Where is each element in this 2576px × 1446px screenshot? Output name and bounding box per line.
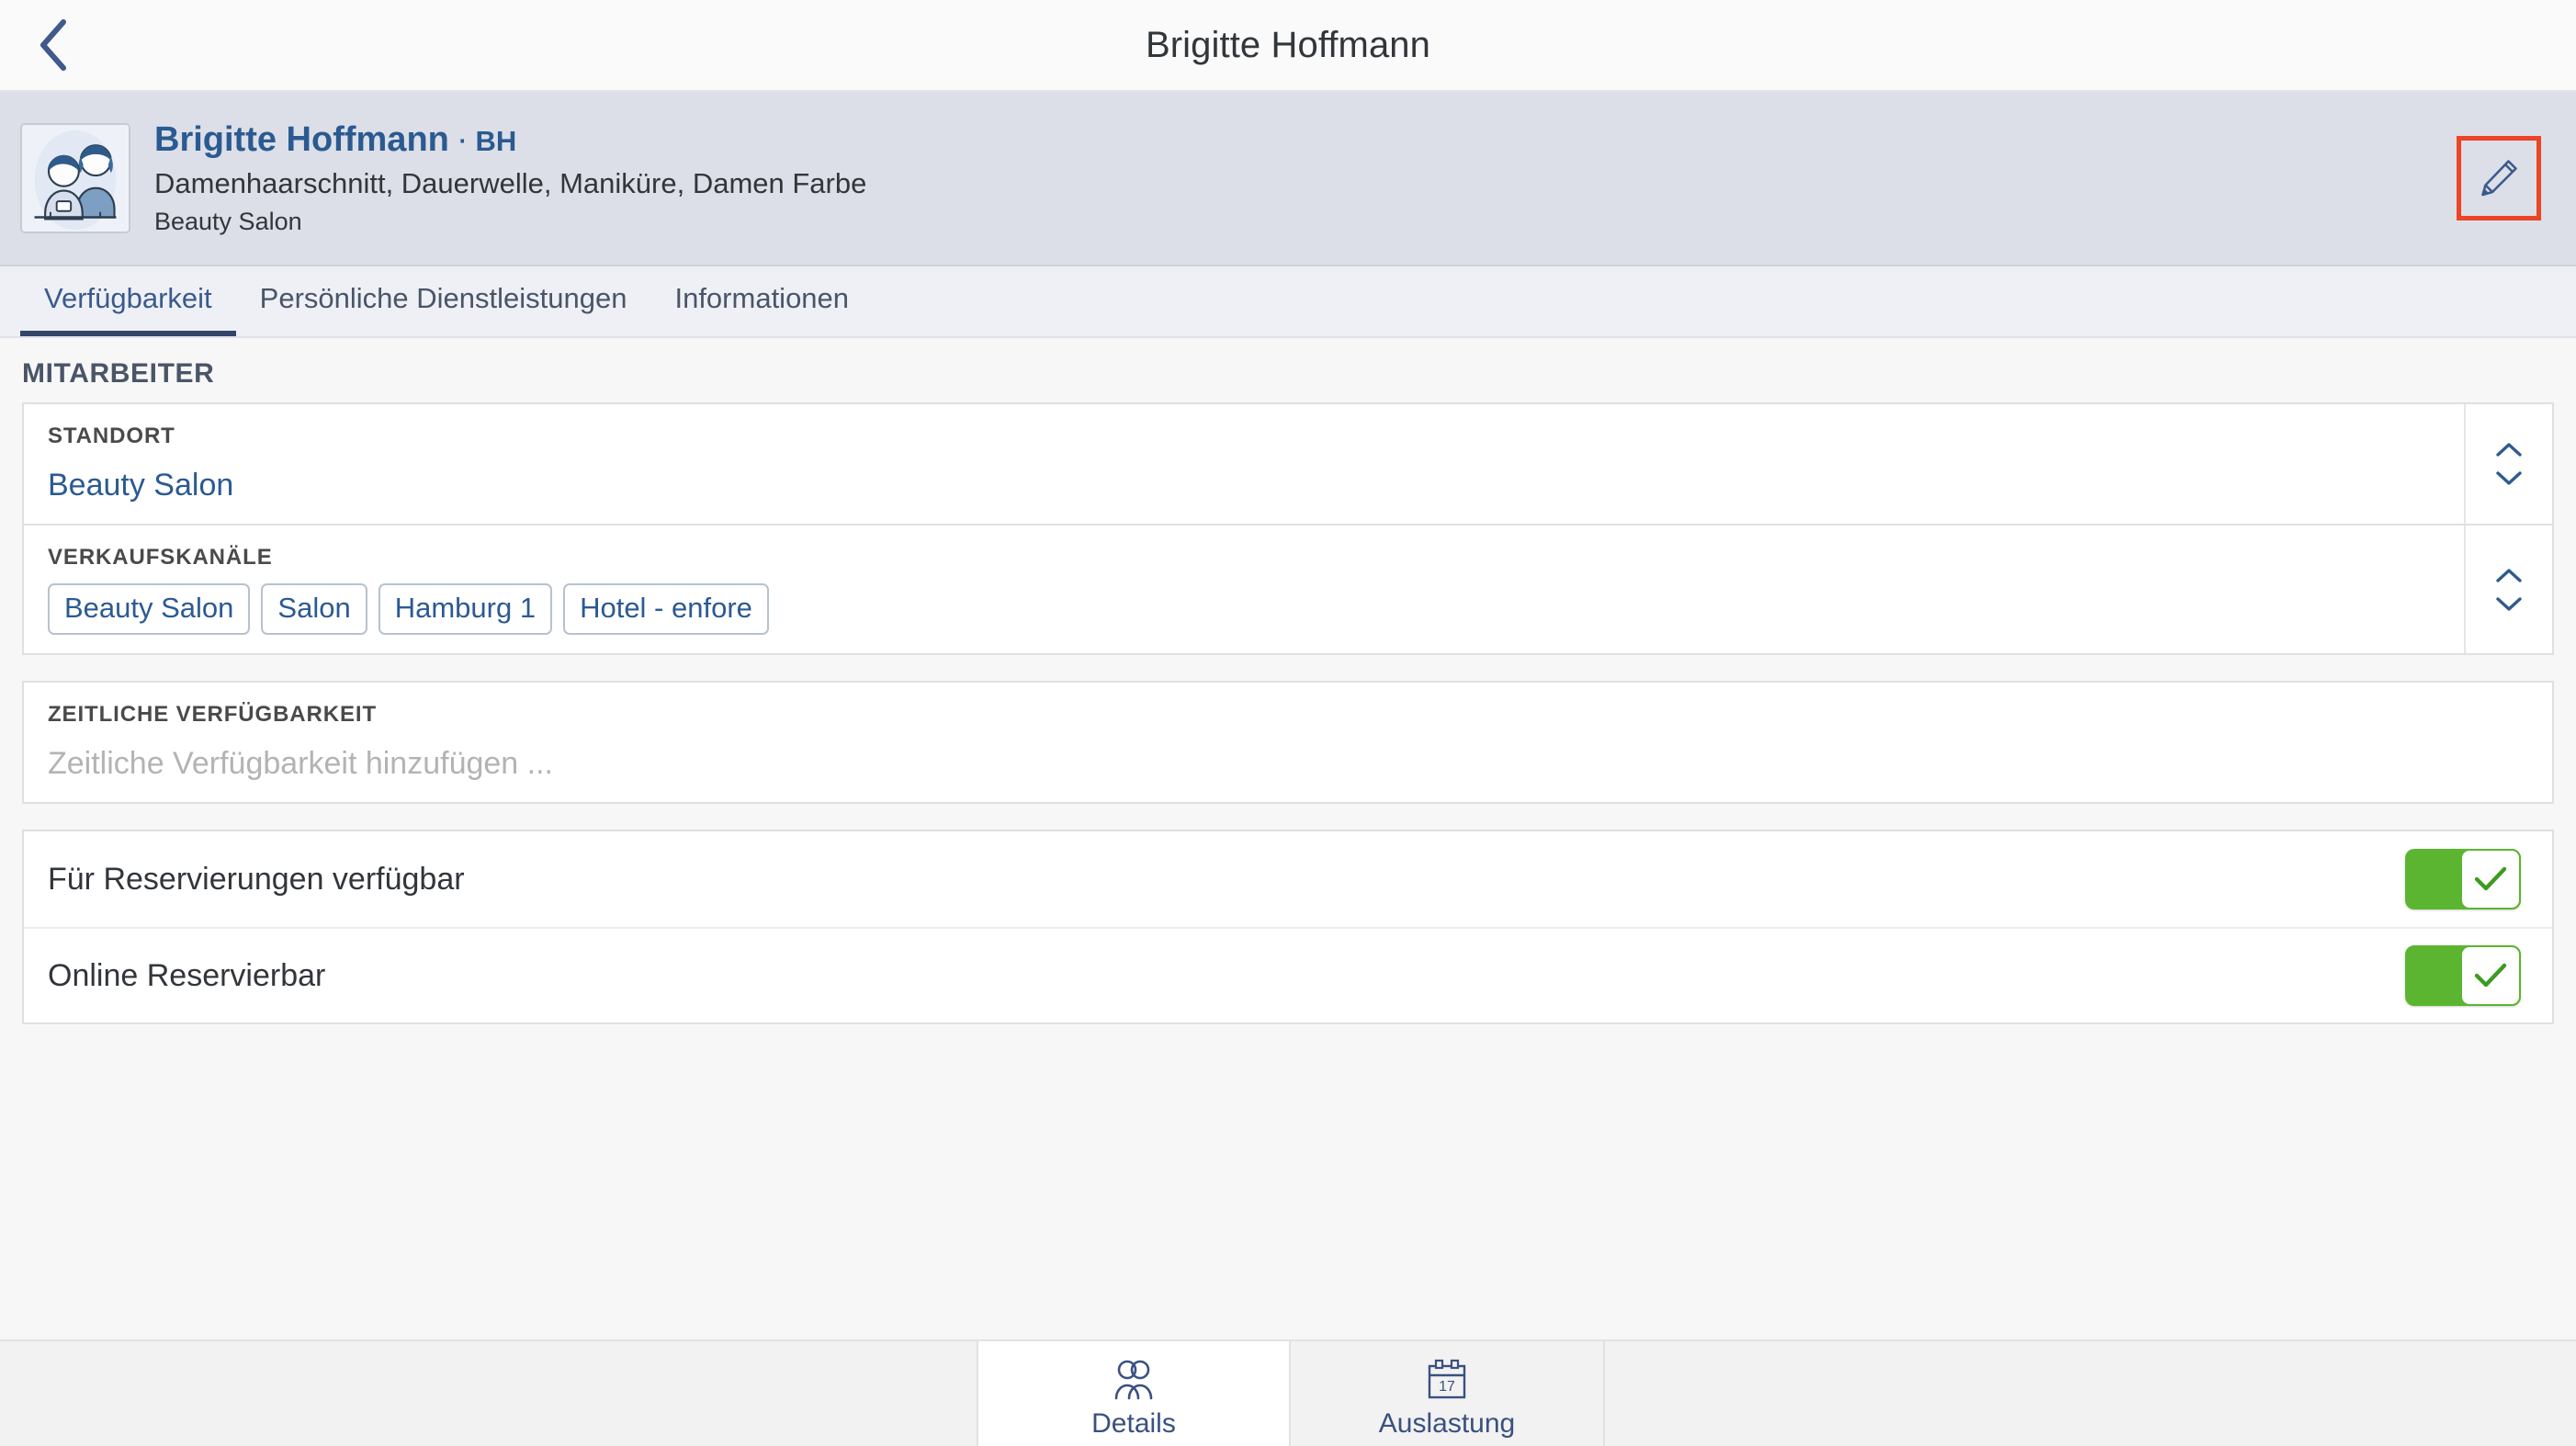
tab-persoenliche-dienstleistungen[interactable]: Persönliche Dienstleistungen [236, 266, 651, 336]
card-toggles: Für Reservierungen verfügbar Online Rese… [22, 830, 2554, 1025]
tab-label: Verfügbarkeit [44, 282, 212, 314]
card-standort: STANDORT Beauty Salon [22, 402, 2554, 525]
profile-name-separator: · [456, 119, 469, 159]
card-zeitliche-verfuegbarkeit: ZEITLICHE VERFÜGBARKEIT Zeitliche Verfüg… [22, 681, 2554, 805]
field-verkaufskanaele[interactable]: VERKAUFSKANÄLE Beauty Salon Salon Hambur… [24, 525, 2552, 654]
chevron-up-icon[interactable] [2495, 441, 2523, 458]
bottom-tab-label: Details [1091, 1408, 1176, 1439]
bottom-navigation-bar: Details 17 Auslastung [0, 1339, 2576, 1446]
field-standort[interactable]: STANDORT Beauty Salon [24, 404, 2552, 524]
chevron-up-icon[interactable] [2495, 567, 2523, 583]
chevron-down-icon[interactable] [2495, 470, 2523, 487]
svg-text:17: 17 [1439, 1379, 1455, 1395]
content-area: MITARBEITER STANDORT Beauty Salon VERKAU… [0, 338, 2576, 1446]
profile-initials: BH [475, 124, 517, 157]
card-spacer [0, 655, 2576, 681]
profile-organization: Beauty Salon [154, 208, 302, 236]
toggle-row-fuer-reservierungen-verfuegbar[interactable]: Für Reservierungen verfügbar [24, 831, 2552, 927]
page-title: Brigitte Hoffmann [1145, 24, 1430, 65]
chevron-left-icon [36, 18, 69, 72]
top-navigation-bar: Brigitte Hoffmann [0, 0, 2576, 92]
toggle-knob [2460, 945, 2521, 1007]
bottom-tab-auslastung[interactable]: 17 Auslastung [1291, 1341, 1605, 1446]
avatar [20, 123, 130, 233]
toggle-row-online-reservierbar[interactable]: Online Reservierbar [24, 927, 2552, 1022]
chip-hotel-enfore[interactable]: Hotel - enfore [563, 583, 769, 636]
profile-header: Brigitte Hoffmann · BH Damenhaarschnitt, D… [0, 92, 2576, 266]
people-icon [1110, 1355, 1158, 1405]
section-heading-mitarbeiter: MITARBEITER [22, 358, 215, 389]
card-spacer [0, 804, 2576, 830]
profile-services: Damenhaarschnitt, Dauerwelle, Maniküre, … [154, 167, 867, 200]
profile-name-line: Brigitte Hoffmann · BH [154, 119, 866, 163]
zeitliche-verfuegbarkeit-placeholder[interactable]: Zeitliche Verfügbarkeit hinzufügen ... [48, 743, 2530, 784]
check-icon [2473, 865, 2508, 893]
field-label-verkaufskanaele: VERKAUFSKANÄLE [48, 544, 273, 570]
chip-salon[interactable]: Salon [261, 583, 367, 636]
toggle-label: Online Reservierbar [48, 957, 326, 993]
chip-hamburg-1[interactable]: Hamburg 1 [378, 583, 553, 636]
tab-label: Informationen [674, 282, 850, 314]
tab-informationen[interactable]: Informationen [650, 266, 873, 336]
verkaufskanaele-chip-list: Beauty Salon Salon Hamburg 1 Hotel - enf… [48, 583, 2530, 636]
chevron-down-icon[interactable] [2495, 596, 2523, 613]
back-button[interactable] [20, 13, 85, 77]
chip-beauty-salon[interactable]: Beauty Salon [48, 583, 251, 636]
check-icon [2473, 962, 2508, 989]
pencil-icon [2475, 154, 2523, 202]
standort-stepper[interactable] [2464, 404, 2552, 524]
card-verkaufskanaele: VERKAUFSKANÄLE Beauty Salon Salon Hambur… [22, 525, 2554, 656]
field-zeitliche-verfuegbarkeit[interactable]: ZEITLICHE VERFÜGBARKEIT Zeitliche Verfüg… [24, 683, 2552, 802]
field-label-standort: STANDORT [48, 424, 175, 448]
calendar-17-icon: 17 [1424, 1355, 1470, 1405]
tab-bar: Verfügbarkeit Persönliche Dienstleistung… [0, 266, 2576, 338]
profile-text-block: Brigitte Hoffmann · BH Damenhaarschnitt, D… [154, 119, 866, 239]
toggle-label: Für Reservierungen verfügbar [48, 861, 465, 897]
toggle-knob [2460, 849, 2521, 910]
bottom-tab-details[interactable]: Details [977, 1341, 1291, 1446]
profile-name: Brigitte Hoffmann [154, 119, 449, 159]
field-value-standort: Beauty Salon [48, 467, 234, 503]
app-root: Brigitte Hoffmann Brigitte Hoffmann · BH… [0, 0, 2576, 1446]
edit-button[interactable] [2457, 136, 2541, 220]
bottom-tab-label: Auslastung [1378, 1408, 1516, 1439]
tab-label: Persönliche Dienstleistungen [259, 282, 627, 314]
verkaufskanaele-stepper[interactable] [2464, 525, 2552, 654]
toggle-switch-fuer-reservierungen-verfuegbar[interactable] [2405, 849, 2521, 910]
tab-verfuegbarkeit[interactable]: Verfügbarkeit [20, 266, 236, 336]
field-label-zeitliche-verfuegbarkeit: ZEITLICHE VERFÜGBARKEIT [48, 702, 378, 728]
toggle-switch-online-reservierbar[interactable] [2405, 945, 2521, 1007]
people-avatar-icon [22, 125, 129, 232]
